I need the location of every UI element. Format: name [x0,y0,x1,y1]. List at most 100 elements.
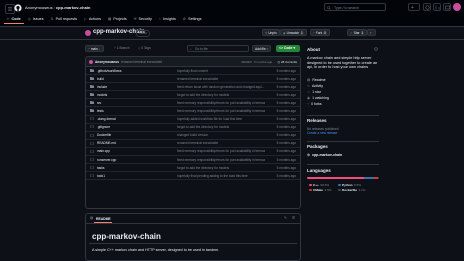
file-commit-message[interactable]: changed build version [177,133,265,137]
create-new-button[interactable]: + [408,3,420,11]
file-commit-message[interactable]: renamed terminal executable [177,77,265,81]
file-commit-message[interactable]: hopefully added workflow file for load t… [177,117,265,121]
sidebar-link-0-forks[interactable]: ⑂ 0 forks [307,101,329,107]
search-input[interactable]: Type / to search [324,3,386,11]
table-row[interactable]: README.md renamed terminal executable 5 mo… [86,140,300,148]
breadcrumb-owner[interactable]: Anonymouseus [25,5,53,10]
readme-tab[interactable]: README [96,217,111,221]
code-button[interactable]: <> Code ▾ [276,45,300,52]
file-name[interactable]: .gitignore [97,125,110,129]
tab-issues[interactable]: ◎ Issues [25,14,47,23]
go-to-file-input[interactable]: ⌕ Go to file [187,45,249,52]
file-name[interactable]: tests [97,109,104,113]
table-row[interactable]: include fixed return issue with random ge… [86,83,300,92]
file-name[interactable]: Dockerfile [97,133,111,137]
divider [390,3,394,11]
language-item[interactable]: CMake 3.6% [309,188,332,192]
commit-author[interactable]: Anonymouseus [95,60,119,64]
table-row[interactable]: build renamed terminal executable 5 months… [86,75,300,84]
commit-hash[interactable]: 43fa6b0 [241,60,252,64]
edit-icon[interactable]: ✎ [284,216,287,220]
language-name: CMake [313,188,323,192]
file-name[interactable]: runserver.cpp [97,158,116,162]
file-commit-message[interactable]: renamed terminal executable [177,141,265,145]
create-release-link[interactable]: Create a new release [307,131,337,135]
file-name[interactable]: .clang-format [97,117,116,121]
file-date: 5 months ago [276,157,296,162]
fork-count: 0 [323,31,327,35]
table-row[interactable]: runserver.cpp fixed memory responsibility… [86,156,300,165]
tab-actions[interactable]: ▷ Actions [81,14,104,23]
table-row[interactable]: todo1 hopefully final pending adding to t… [86,172,300,181]
chevron-down-icon: ▾ [292,46,296,50]
table-row[interactable]: src fixed memory responsibility/errors fo… [86,99,300,108]
branch-selector[interactable]: ⑂ main ▾ [85,45,104,52]
file-name[interactable]: tasks [97,166,104,170]
file-name[interactable]: build [97,77,104,81]
star-dropdown-button[interactable]: ▾ [367,29,376,36]
file-commit-message[interactable]: fixed memory responsibility/errors for p… [177,109,265,113]
table-row[interactable]: .gitignore forgot to add the directory fo… [86,124,300,132]
file-commit-message[interactable]: fixed return issue with random generatio… [177,85,265,89]
language-item[interactable]: C++ 50.6% [309,183,329,187]
table-row[interactable]: tasks forgot to add the directory for mod… [86,164,300,173]
table-row[interactable]: main.cpp fixed memory responsibility/erro… [86,148,300,157]
add-file-button[interactable]: Add file ▾ [252,45,272,52]
table-row[interactable]: .github/workflows hopefully final commit 5… [86,67,300,76]
tab-code[interactable]: ‹› Code [4,14,24,24]
file-name[interactable]: models [97,93,107,97]
tab-settings[interactable]: ⚙ Settings [180,14,205,23]
file-commit-message[interactable]: fixed memory responsibility/errors for p… [177,149,265,153]
tab-pull-requests[interactable]: ⇅ Pull requests [48,14,80,23]
fork-button[interactable]: ⑂ Fork 0 [310,29,330,36]
branches-link[interactable]: ⑂ 1 Branch [112,45,132,52]
user-avatar[interactable] [453,3,461,11]
tags-link[interactable]: ◇ 0 Tags [136,45,153,52]
breadcrumb-repo[interactable]: cpp-markov-chain [56,5,90,10]
file-name[interactable]: .github/workflows [97,69,121,73]
file-name[interactable]: src [97,101,101,105]
unpin-button[interactable]: ⚲ Unpin [262,29,280,36]
pull-requests-icon[interactable] [433,3,441,11]
tab-projects[interactable]: ▦ Projects [105,14,130,23]
file-commit-message[interactable]: forgot to add the directory for models [177,166,265,170]
table-row[interactable]: .clang-format hopefully added workflow fi… [86,116,300,124]
packages-heading[interactable]: Packages [307,144,328,149]
star-button[interactable]: ☆ Star 1 [347,29,368,36]
file-name[interactable]: todo1 [97,174,105,178]
language-item[interactable]: Python 8.5% [338,183,361,187]
package-item[interactable]: ⬢ cpp-markov-chain [307,152,342,158]
language-item[interactable]: Dockerfile 1.1% [338,188,366,192]
tags-label: 0 Tags [141,46,151,50]
gear-icon[interactable] [374,47,378,51]
about-links: ▤ Readme ∿ Activity ☆ 1 star ◉ 1 watching ⑂ 0 for… [307,77,329,107]
readme-title: cpp-markov-chain [92,232,161,241]
file-commit-message[interactable]: fixed memory responsibility/errors for p… [177,101,265,105]
table-row[interactable]: tests fixed memory responsibility/errors … [86,107,300,116]
outline-icon[interactable]: ☰ [292,216,295,220]
releases-heading[interactable]: Releases [307,118,327,123]
folder-icon [90,68,94,72]
file-name[interactable]: main.cpp [97,149,110,153]
tab-insights[interactable]: ⌁ Insights [156,14,179,23]
commits-link[interactable]: ◷ 26 Commits [278,60,297,64]
file-commit-message[interactable]: forgot to add the directory for models [177,93,265,97]
add-file-label: Add file [255,47,266,51]
issues-icon[interactable] [423,3,431,11]
inbox-icon[interactable] [443,3,451,11]
unwatch-button[interactable]: ◉ Unwatch 1 [280,29,307,36]
tab-security[interactable]: ⛨ Security [131,14,155,23]
file-commit-message[interactable]: forgot to add the directory for models [177,125,265,129]
table-row[interactable]: models forgot to add the directory for mo… [86,91,300,100]
file-commit-message[interactable]: hopefully final pending adding to the lo… [177,174,265,178]
file-commit-message[interactable]: hopefully final commit [177,69,265,73]
issue-icon: ◎ [27,16,31,21]
file-commit-message[interactable]: fixed memory responsibility/errors for p… [177,158,265,162]
commit-message[interactable]: renamed terminal executable [121,60,162,64]
file-date: 5 months ago [276,68,296,73]
table-row[interactable]: Dockerfile changed build version 5 months … [86,132,300,140]
file-name[interactable]: include [97,85,107,89]
language-name: Python [342,183,353,187]
github-logo-icon[interactable] [14,4,22,12]
file-name[interactable]: README.md [97,141,116,145]
